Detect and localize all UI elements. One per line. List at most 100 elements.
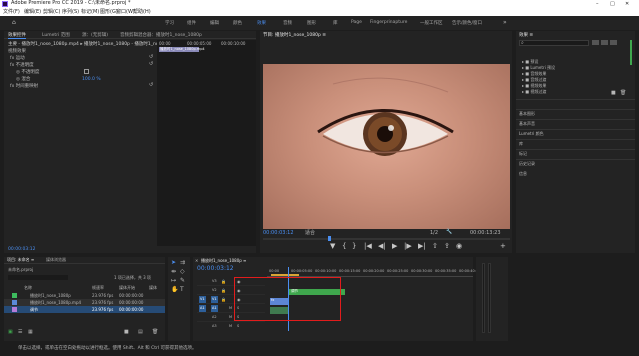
section-libraries[interactable]: 库 — [516, 129, 635, 146]
type-tool-icon[interactable]: T — [180, 286, 184, 293]
button-editor-icon[interactable]: + — [500, 242, 506, 250]
wrench-icon[interactable]: 🔧 — [446, 229, 452, 236]
section-info[interactable]: 信息 — [516, 159, 635, 176]
step-forward-icon[interactable]: |▶ — [404, 242, 412, 250]
tab-source[interactable]: 源：(无剪辑) — [82, 32, 108, 38]
go-to-in-icon[interactable]: |◀ — [364, 242, 372, 250]
menu-sequence[interactable]: 序列(S) — [62, 9, 79, 16]
col-fps[interactable]: 帧速率 — [92, 284, 104, 291]
slip-tool-icon[interactable]: ↦ — [171, 277, 176, 284]
track-target[interactable]: V1 — [199, 296, 206, 303]
lock-icon[interactable]: 🔒 — [221, 296, 226, 303]
project-search-input[interactable] — [8, 275, 68, 280]
reset-icon[interactable]: ↺ — [149, 54, 153, 61]
track-label[interactable]: V3 — [211, 278, 218, 285]
icon-view-icon[interactable]: ▦ — [28, 329, 33, 336]
section-basic-graphics[interactable]: 基本图形 — [516, 99, 635, 116]
tab-effect-controls[interactable]: 效果控件 — [8, 32, 26, 39]
workspace-color[interactable]: 颜色 — [233, 20, 242, 26]
ripple-edit-icon[interactable]: ⇹ — [171, 268, 176, 275]
delete-icon[interactable]: 🗑 — [620, 90, 626, 97]
reset-icon[interactable]: ↺ — [149, 61, 153, 68]
quality-dropdown[interactable]: 1/2 — [430, 230, 438, 237]
export-frame-icon[interactable]: ◉ — [456, 242, 462, 250]
track-label[interactable]: A1 — [211, 305, 218, 312]
program-scrubber[interactable] — [263, 238, 510, 240]
lock-icon[interactable]: ▣ — [8, 329, 13, 336]
yuv-filter-icon[interactable] — [610, 40, 617, 45]
tab-project[interactable]: 项目: 未命名 ≡ — [7, 257, 34, 263]
extract-icon[interactable]: ⇪ — [444, 242, 450, 250]
mute-button[interactable]: M — [229, 305, 232, 312]
mark-out-icon[interactable]: } — [352, 242, 356, 250]
minimize-button[interactable]: – — [596, 1, 599, 8]
32bit-filter-icon[interactable] — [601, 40, 608, 45]
workspace-audio[interactable]: 音频 — [283, 20, 292, 26]
close-tab-icon[interactable]: ✕ — [195, 257, 198, 264]
section-markers[interactable]: 标记 — [516, 139, 635, 156]
menu-edit[interactable]: 编辑(E) — [24, 9, 41, 16]
lock-icon[interactable]: 🔒 — [221, 278, 226, 285]
go-to-out-icon[interactable]: ▶| — [418, 242, 426, 250]
workspace-fingerprint[interactable]: Fingerprinapture — [370, 20, 407, 25]
new-folder-icon[interactable]: ■ — [611, 90, 616, 97]
lift-icon[interactable]: ⇧ — [432, 242, 438, 250]
track-target[interactable]: A1 — [199, 305, 206, 312]
reset-icon[interactable]: ↺ — [149, 82, 153, 89]
mark-in-icon[interactable]: { — [342, 242, 346, 250]
workspace-custom[interactable]: 告示/颜色/窗口 — [452, 20, 482, 26]
table-row[interactable]: 播放时1_nose_1080p 23.976 fps 00:00:00:00 — [4, 292, 165, 299]
tab-lumetri-scopes[interactable]: Lumetri 范围 — [42, 32, 70, 38]
section-lumetri-color[interactable]: Lumetri 颜色 — [516, 119, 635, 136]
pen-tool-icon[interactable]: ✎ — [180, 277, 185, 284]
playhead-marker[interactable] — [328, 236, 331, 241]
section-essential-sound[interactable]: 基本声音 — [516, 109, 635, 126]
step-back-icon[interactable]: ◀| — [378, 242, 386, 250]
track-label[interactable]: A3 — [211, 323, 218, 330]
overflow-icon[interactable]: » — [503, 19, 507, 26]
menu-help[interactable]: 帮助(H) — [133, 9, 151, 16]
table-row[interactable]: 播放时1_nose_1080p.mp4 23.976 fps 00:00:00:… — [4, 299, 165, 306]
workspace-libraries[interactable]: 库 — [333, 20, 338, 26]
workspace-effects[interactable]: 效果 — [257, 20, 266, 26]
workspace-graphics[interactable]: 图形 — [307, 20, 316, 26]
folder-item[interactable]: ▸ ■ 视频过渡 — [519, 78, 627, 94]
mute-button[interactable]: M — [229, 323, 232, 330]
effect-motion[interactable]: fx 运动 — [10, 55, 25, 62]
solo-button[interactable]: S — [237, 323, 239, 330]
effect-time-remap[interactable]: fx 时间重映射 — [10, 83, 38, 90]
fit-dropdown[interactable]: 适合 — [305, 230, 315, 237]
col-media[interactable]: 媒体 — [149, 284, 157, 291]
hand-tool-icon[interactable]: ✋ — [171, 286, 178, 293]
workspace-learn[interactable]: 学习 — [165, 20, 174, 26]
workspace-editing[interactable]: 编辑 — [210, 20, 219, 26]
track-label[interactable]: V2 — [211, 287, 218, 294]
tab-media-browser[interactable]: 媒体浏览器 — [46, 257, 66, 263]
selection-tool-icon[interactable]: ➤ — [171, 259, 176, 266]
effects-scrollbar[interactable] — [630, 40, 632, 65]
workspace-page[interactable]: Page — [351, 20, 362, 25]
play-icon[interactable]: ▶ — [392, 242, 397, 250]
effect-opacity[interactable]: fx 不透明度 — [10, 62, 34, 69]
mark-in-icon[interactable]: ▼ — [330, 242, 335, 250]
opacity-checkbox[interactable] — [84, 69, 89, 74]
razor-icon[interactable]: ◇ — [180, 268, 185, 275]
home-icon[interactable]: ⌂ — [12, 19, 16, 26]
menu-clip[interactable]: 剪辑(C) — [43, 9, 60, 16]
section-history[interactable]: 历史记录 — [516, 149, 635, 166]
menu-marker[interactable]: 标记(M) — [81, 9, 99, 16]
list-view-icon[interactable]: ☰ — [18, 329, 22, 336]
maximize-button[interactable]: □ — [610, 1, 615, 8]
track-label[interactable]: A2 — [211, 314, 218, 321]
track-label[interactable]: V1 — [211, 296, 218, 303]
opacity-value[interactable]: 100.0 % — [82, 76, 101, 83]
new-item-icon[interactable]: ▤ — [138, 329, 143, 336]
mute-button[interactable]: M — [229, 314, 232, 321]
workspace-general[interactable]: 一般工作区 — [420, 20, 443, 26]
menu-file[interactable]: 文件(F) — [3, 9, 20, 16]
workspace-assembly[interactable]: 组件 — [187, 20, 196, 26]
new-bin-icon[interactable]: ■ — [124, 329, 129, 336]
timeline-tab[interactable]: 播放时1_nose_1080p ≡ — [201, 257, 246, 264]
col-name[interactable]: 名称 — [24, 284, 32, 291]
accelerated-filter-icon[interactable] — [592, 40, 599, 45]
